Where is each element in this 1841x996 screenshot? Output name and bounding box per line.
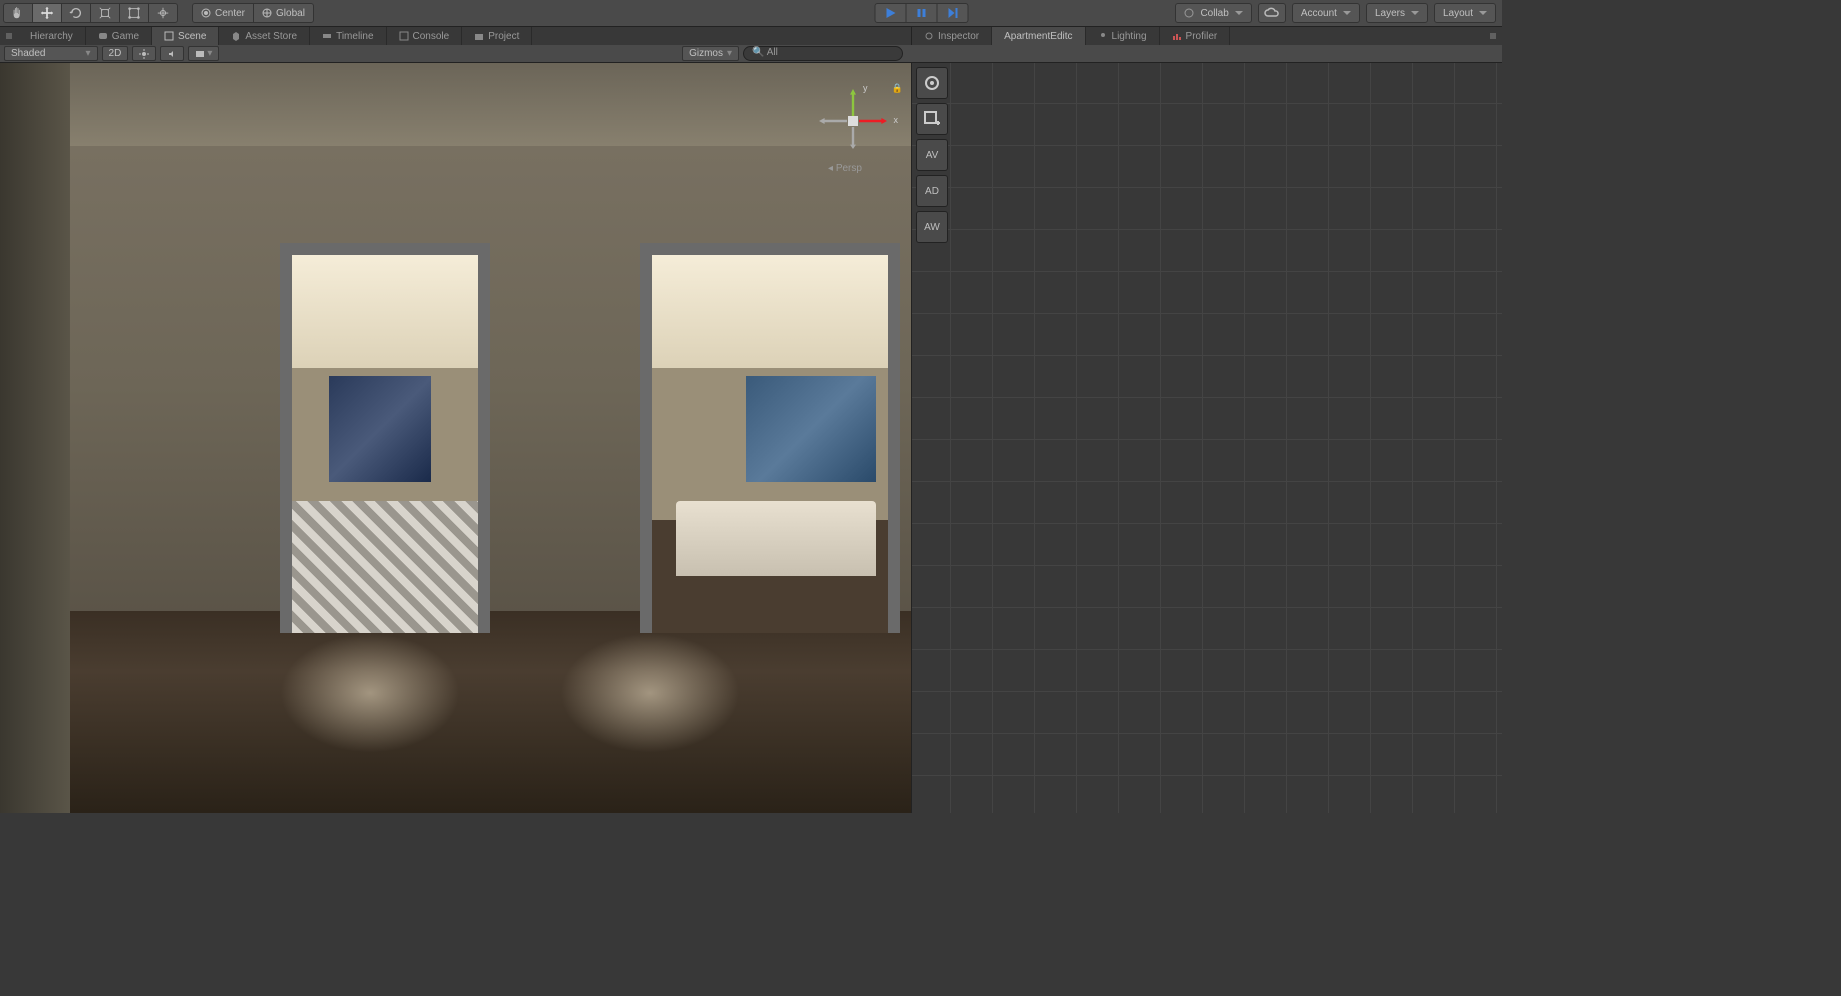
tab-hierarchy[interactable]: Hierarchy (18, 27, 86, 45)
doorway-left (280, 243, 490, 633)
main-toolbar: Center Global Collab Account Layers Layo… (0, 0, 1502, 27)
tab-label: Project (488, 31, 519, 42)
editor-tool-ad[interactable]: AD (916, 175, 948, 207)
apartment-editor-panel: AV AD AW (911, 63, 1502, 813)
collab-dropdown[interactable]: Collab (1175, 3, 1251, 23)
gizmo-projection-toggle[interactable]: ◂ Persp (828, 163, 862, 174)
scene-3d-render (0, 63, 911, 813)
tab-label: Console (413, 31, 450, 42)
gizmo-y-axis[interactable] (850, 89, 856, 117)
tab-label: Profiler (1186, 31, 1218, 42)
editor-toolbar: AV AD AW (916, 67, 948, 243)
doorway-right (640, 243, 900, 633)
layers-label: Layers (1375, 8, 1405, 19)
tab-label: Game (112, 31, 139, 42)
tab-label: ApartmentEditc (1004, 31, 1072, 42)
shading-label: Shaded (11, 48, 45, 59)
main-content: y x 🔒 ◂ Persp AV AD AW (0, 63, 1502, 813)
play-button[interactable] (874, 3, 906, 23)
scene-search-input[interactable]: 🔍 All (743, 46, 903, 61)
shading-mode-dropdown[interactable]: Shaded▾ (4, 46, 98, 61)
gizmo-y-label: y (863, 83, 868, 93)
collab-label: Collab (1200, 8, 1228, 19)
move-tool[interactable] (32, 3, 62, 23)
tabs-left-group: Hierarchy Game Scene Asset Store Timelin… (0, 27, 911, 45)
editor-tool-add-room[interactable] (916, 103, 948, 135)
fx-toggle[interactable]: ▾ (188, 46, 219, 61)
gizmo-neg-x-axis[interactable] (819, 118, 847, 124)
tab-label: Hierarchy (30, 31, 73, 42)
tab-label: Inspector (938, 31, 979, 42)
editor-tool-select[interactable] (916, 67, 948, 99)
gizmo-center[interactable] (848, 116, 858, 126)
gizmo-x-label: x (894, 115, 899, 125)
tab-options-right[interactable] (1484, 27, 1502, 45)
editor-tool-av[interactable]: AV (916, 139, 948, 171)
tab-scene[interactable]: Scene (152, 27, 219, 45)
layout-dropdown[interactable]: Layout (1434, 3, 1496, 23)
tab-lighting[interactable]: Lighting (1086, 27, 1160, 45)
step-button[interactable] (936, 3, 968, 23)
scale-tool[interactable] (90, 3, 120, 23)
pivot-center-label: Center (215, 8, 245, 19)
editor-tool-ad-label: AD (925, 186, 939, 197)
scene-orientation-gizmo[interactable]: y x 🔒 ◂ Persp (813, 81, 893, 161)
pivot-global-button[interactable]: Global (253, 3, 314, 23)
gizmo-neg-z-axis[interactable] (850, 127, 856, 149)
editor-tool-av-label: AV (926, 150, 939, 161)
transform-tools (3, 3, 177, 23)
2d-label: 2D (109, 48, 122, 59)
tab-inspector[interactable]: Inspector (912, 27, 992, 45)
tab-game[interactable]: Game (86, 27, 152, 45)
account-label: Account (1301, 8, 1337, 19)
gizmos-dropdown[interactable]: Gizmos▾ (682, 46, 739, 61)
tab-asset-store[interactable]: Asset Store (219, 27, 310, 45)
editor-tool-aw[interactable]: AW (916, 211, 948, 243)
layout-label: Layout (1443, 8, 1473, 19)
toolbar-right: Collab Account Layers Layout (1175, 3, 1502, 23)
gizmo-x-axis[interactable] (859, 118, 887, 124)
tab-project[interactable]: Project (462, 27, 532, 45)
tab-timeline[interactable]: Timeline (310, 27, 386, 45)
tab-label: Asset Store (245, 31, 297, 42)
pivot-center-button[interactable]: Center (192, 3, 254, 23)
tab-apartment-editor[interactable]: ApartmentEditc (992, 27, 1085, 45)
account-dropdown[interactable]: Account (1292, 3, 1360, 23)
tab-options-left[interactable] (0, 27, 18, 45)
tab-label: Lighting (1112, 31, 1147, 42)
gizmos-label: Gizmos (689, 48, 723, 59)
scene-sub-toolbar: Shaded▾ 2D ▾ Gizmos▾ 🔍 All (0, 45, 1502, 63)
tabs-right-group: Inspector ApartmentEditc Lighting Profil… (911, 27, 1502, 45)
gizmo-lock-icon[interactable]: 🔒 (892, 83, 903, 94)
tab-console[interactable]: Console (387, 27, 463, 45)
hand-tool[interactable] (3, 3, 33, 23)
lighting-toggle[interactable] (132, 46, 156, 61)
scene-view[interactable]: y x 🔒 ◂ Persp (0, 63, 911, 813)
rotate-tool[interactable] (61, 3, 91, 23)
tab-label: Timeline (336, 31, 373, 42)
editor-tool-aw-label: AW (924, 222, 940, 233)
search-prefix: All (767, 47, 778, 58)
floorplan-canvas[interactable] (912, 63, 1212, 213)
tab-profiler[interactable]: Profiler (1160, 27, 1231, 45)
2d-toggle[interactable]: 2D (102, 46, 129, 61)
rect-tool[interactable] (119, 3, 149, 23)
pivot-global-label: Global (276, 8, 305, 19)
tabs-row: Hierarchy Game Scene Asset Store Timelin… (0, 27, 1502, 45)
layers-dropdown[interactable]: Layers (1366, 3, 1428, 23)
cloud-button[interactable] (1258, 3, 1286, 23)
tab-label: Scene (178, 31, 206, 42)
play-controls (874, 3, 967, 23)
transform-tool[interactable] (148, 3, 178, 23)
audio-toggle[interactable] (160, 46, 184, 61)
pause-button[interactable] (905, 3, 937, 23)
pivot-controls: Center Global (192, 3, 314, 23)
